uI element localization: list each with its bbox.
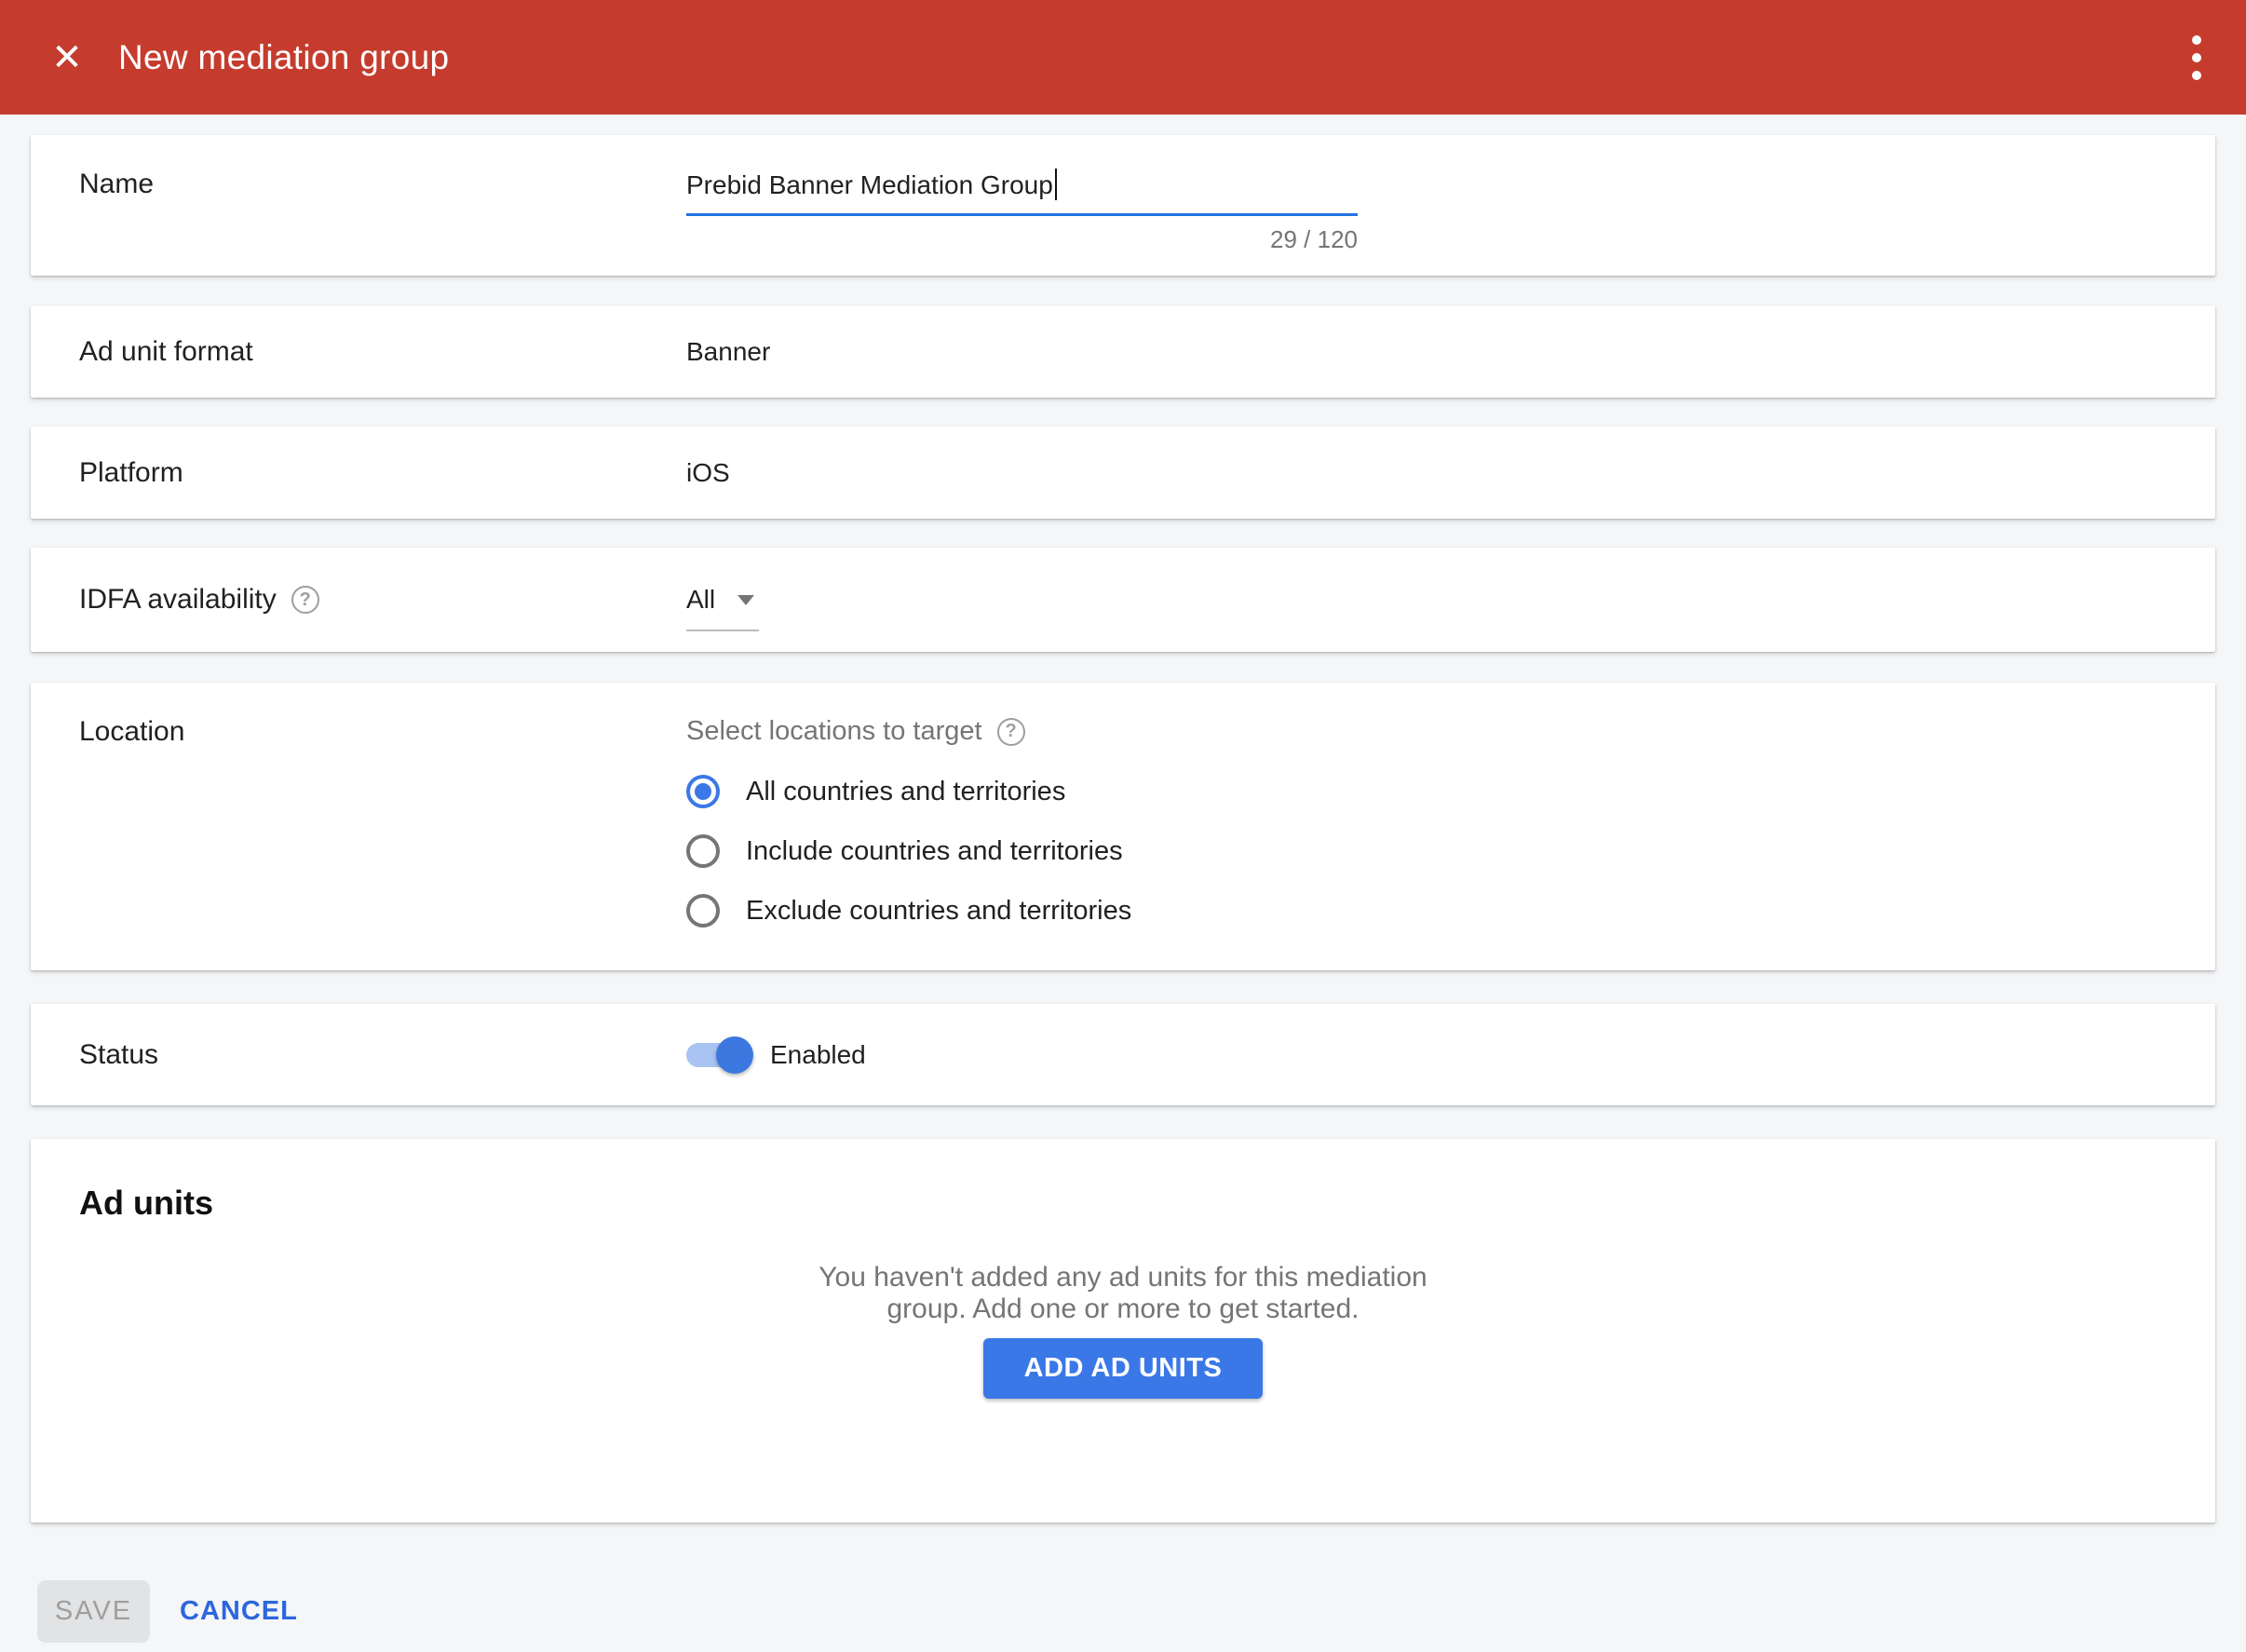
ad-unit-format-value: Banner [686, 337, 770, 367]
idfa-select[interactable]: All [686, 585, 759, 631]
idfa-selected-value: All [686, 585, 715, 615]
location-options: All countries and territories Include co… [686, 762, 1131, 941]
page-title: New mediation group [118, 38, 449, 77]
location-help-icon[interactable]: ? [997, 718, 1025, 746]
add-ad-units-button[interactable]: ADD AD UNITS [983, 1338, 1264, 1399]
name-input-value: Prebid Banner Mediation Group [686, 170, 1053, 200]
platform-card: Platform iOS [31, 427, 2215, 519]
radio-selected-icon[interactable] [686, 775, 720, 808]
status-toggle[interactable] [686, 1043, 744, 1067]
platform-label: Platform [79, 457, 686, 489]
platform-value: iOS [686, 458, 730, 488]
footer-actions: SAVE CANCEL [31, 1580, 2215, 1643]
idfa-card: IDFA availability ? All [31, 548, 2215, 652]
ad-unit-format-label: Ad unit format [79, 336, 686, 368]
ad-units-empty-state: You haven't added any ad units for this … [31, 1262, 2215, 1325]
ad-unit-format-card: Ad unit format Banner [31, 305, 2215, 398]
name-label: Name [79, 135, 686, 276]
ad-units-card: Ad units You haven't added any ad units … [31, 1139, 2215, 1523]
overflow-menu-icon[interactable] [2186, 30, 2207, 86]
status-label: Status [79, 1039, 686, 1071]
radio-unselected-icon[interactable] [686, 834, 720, 868]
name-card: Name Prebid Banner Mediation Group 29 / … [31, 135, 2215, 276]
idfa-help-icon[interactable]: ? [291, 586, 319, 614]
location-helper-text: Select locations to target [686, 716, 982, 747]
radio-option-exclude-countries[interactable]: Exclude countries and territories [686, 881, 1131, 941]
radio-unselected-icon[interactable] [686, 894, 720, 928]
status-value: Enabled [770, 1040, 866, 1070]
cancel-button[interactable]: CANCEL [180, 1596, 298, 1627]
radio-option-all-countries[interactable]: All countries and territories [686, 762, 1131, 821]
name-char-counter: 29 / 120 [1270, 225, 1358, 254]
location-label: Location [79, 716, 686, 941]
toggle-knob [716, 1036, 753, 1074]
status-card: Status Enabled [31, 1004, 2215, 1105]
save-button[interactable]: SAVE [37, 1580, 150, 1643]
app-bar: ✕ New mediation group [0, 0, 2246, 115]
text-caret [1055, 169, 1057, 200]
idfa-label: IDFA availability [79, 584, 277, 616]
ad-units-title: Ad units [79, 1184, 2215, 1223]
location-card: Location Select locations to target ? Al… [31, 683, 2215, 970]
name-input[interactable]: Prebid Banner Mediation Group [686, 169, 1358, 216]
radio-option-include-countries[interactable]: Include countries and territories [686, 821, 1131, 881]
chevron-down-icon [737, 595, 754, 605]
close-icon[interactable]: ✕ [47, 37, 88, 78]
